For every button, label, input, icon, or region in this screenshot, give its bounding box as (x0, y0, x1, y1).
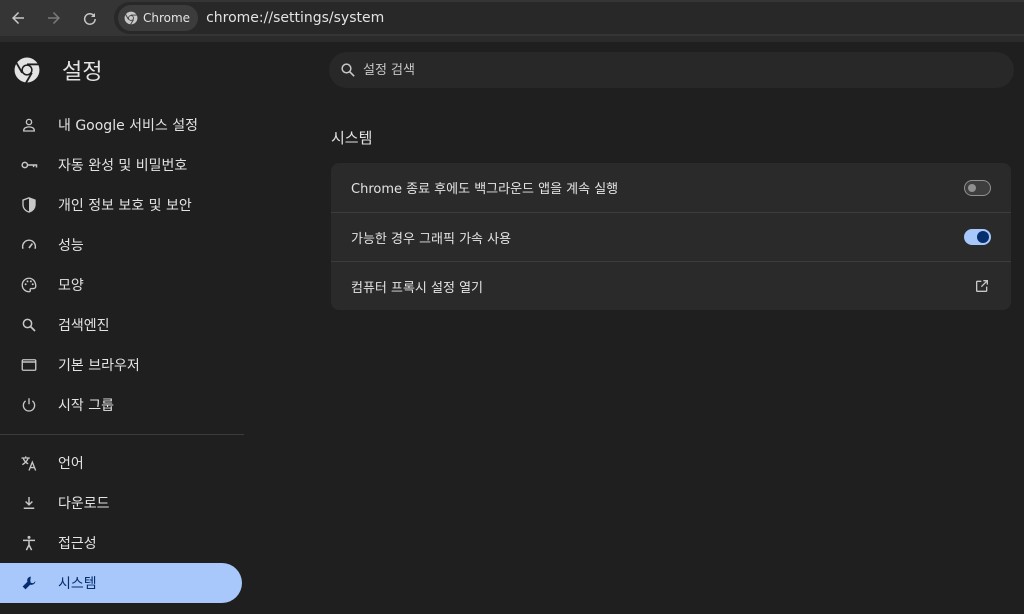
sidebar-divider (0, 434, 244, 435)
browser-toolbar: Chrome chrome://settings/system (0, 0, 1024, 36)
power-icon (17, 393, 41, 417)
sidebar-item-default-browser[interactable]: 기본 브라우저 (0, 345, 244, 385)
system-settings-card: Chrome 종료 후에도 백그라운드 앱을 계속 실행 가능한 경우 그래픽 … (331, 163, 1011, 310)
shield-icon (17, 193, 41, 217)
sidebar-item-label: 다운로드 (58, 496, 110, 512)
toolbar-separator (0, 36, 1024, 42)
sidebar-item-performance[interactable]: 성능 (0, 225, 244, 265)
page-title: 설정 (62, 60, 103, 85)
address-bar[interactable]: Chrome chrome://settings/system (114, 2, 1024, 34)
palette-icon (17, 273, 41, 297)
sidebar-item-label: 언어 (58, 456, 84, 472)
sidebar-item-accessibility[interactable]: 접근성 (0, 523, 244, 563)
settings-search-box[interactable] (329, 52, 1014, 88)
section-title: 시스템 (331, 129, 373, 147)
wrench-icon (17, 571, 41, 595)
setting-label: Chrome 종료 후에도 백그라운드 앱을 계속 실행 (351, 182, 619, 197)
sidebar-item-appearance[interactable]: 모양 (0, 265, 244, 305)
toggle-knob (968, 183, 976, 192)
sidebar-item-languages[interactable]: 언어 (0, 443, 244, 483)
sidebar-item-label: 자동 완성 및 비밀번호 (58, 158, 188, 174)
reload-button[interactable] (72, 0, 108, 36)
chrome-logo-icon (14, 57, 40, 83)
sidebar-item-label: 시작 그룹 (58, 398, 114, 414)
key-icon (17, 153, 41, 177)
sidebar-menu: 내 Google 서비스 설정 자동 완성 및 비밀번호 개인 정보 보호 및 … (0, 105, 244, 603)
sidebar-item-privacy[interactable]: 개인 정보 보호 및 보안 (0, 185, 244, 225)
setting-row-graphics-acceleration[interactable]: 가능한 경우 그래픽 가속 사용 (331, 212, 1011, 261)
sidebar-item-google-services[interactable]: 내 Google 서비스 설정 (0, 105, 244, 145)
person-icon (17, 113, 41, 137)
background-apps-toggle[interactable] (964, 179, 991, 196)
search-icon (17, 313, 41, 337)
chrome-logo-icon (124, 11, 138, 25)
setting-label: 컴퓨터 프록시 설정 열기 (351, 280, 483, 296)
search-input[interactable] (363, 62, 963, 78)
url-text[interactable]: chrome://settings/system (206, 10, 384, 26)
arrow-right-icon (48, 12, 60, 24)
sidebar-item-label: 모양 (58, 278, 84, 294)
arrow-left-icon (12, 12, 24, 24)
sidebar-item-label: 내 Google 서비스 설정 (58, 118, 198, 134)
back-button[interactable] (0, 0, 36, 36)
sidebar-item-system[interactable]: 시스템 (0, 563, 242, 603)
sidebar-item-autofill[interactable]: 자동 완성 및 비밀번호 (0, 145, 244, 185)
reload-icon (83, 12, 96, 25)
setting-label: 가능한 경우 그래픽 가속 사용 (351, 231, 512, 247)
translate-icon (17, 451, 41, 475)
site-info-chip[interactable]: Chrome (118, 5, 199, 31)
sidebar-item-label: 검색엔진 (58, 318, 110, 334)
settings-header: 설정 (0, 50, 102, 90)
accessibility-icon (17, 531, 41, 555)
sidebar-item-search-engine[interactable]: 검색엔진 (0, 305, 244, 345)
sidebar-item-label: 기본 브라우저 (58, 358, 140, 374)
search-icon (339, 60, 359, 80)
graphics-acceleration-toggle[interactable] (964, 229, 991, 245)
sidebar-item-label: 개인 정보 보호 및 보안 (58, 198, 192, 214)
setting-row-background-apps[interactable]: Chrome 종료 후에도 백그라운드 앱을 계속 실행 (331, 163, 1011, 212)
sidebar-item-on-startup[interactable]: 시작 그룹 (0, 385, 244, 425)
setting-row-proxy-settings[interactable]: 컴퓨터 프록시 설정 열기 (331, 261, 1011, 310)
sidebar-item-downloads[interactable]: 다운로드 (0, 483, 244, 523)
external-link-icon[interactable] (973, 277, 991, 295)
sidebar-item-label: 접근성 (58, 536, 97, 552)
speedometer-icon (17, 233, 41, 257)
chip-label: Chrome (143, 11, 191, 25)
toggle-knob (977, 231, 989, 243)
sidebar-item-label: 성능 (58, 238, 84, 254)
download-icon (17, 491, 41, 515)
browser-window-icon (17, 353, 41, 377)
forward-button[interactable] (36, 0, 72, 36)
sidebar-item-label: 시스템 (58, 576, 97, 592)
